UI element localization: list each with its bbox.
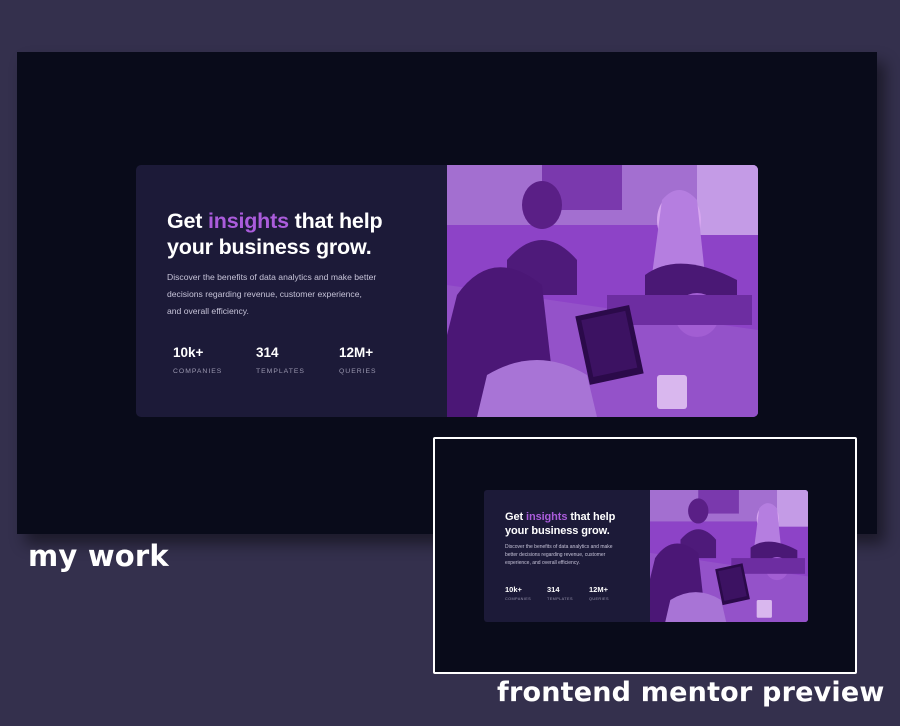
stat-value: 12M+ bbox=[339, 345, 374, 360]
stat-queries: 12M+ QUERIES bbox=[339, 345, 422, 376]
stat-companies: 10k+ COMPANIES bbox=[505, 585, 547, 602]
stat-templates: 314 TEMPLATES bbox=[256, 345, 339, 376]
office-photo bbox=[447, 165, 758, 417]
card-title: Get insights that help your business gro… bbox=[167, 208, 427, 260]
stat-companies: 10k+ COMPANIES bbox=[173, 345, 256, 376]
stat-value: 10k+ bbox=[505, 585, 522, 594]
title-prefix: Get bbox=[167, 209, 209, 233]
preview-screenshot: Get insights that help your business gro… bbox=[433, 437, 857, 674]
stat-value: 314 bbox=[547, 585, 560, 594]
stat-label: TEMPLATES bbox=[256, 368, 305, 375]
stat-label: COMPANIES bbox=[505, 597, 532, 601]
title-accent: insights bbox=[526, 511, 568, 523]
office-photo bbox=[650, 490, 808, 622]
stat-value: 314 bbox=[256, 345, 279, 360]
title-accent: insights bbox=[208, 209, 289, 233]
stats-preview-card: Get insights that help your business gro… bbox=[136, 165, 758, 417]
caption-my-work: my work bbox=[28, 539, 169, 573]
stat-templates: 314 TEMPLATES bbox=[547, 585, 589, 602]
title-prefix: Get bbox=[505, 511, 526, 523]
stat-label: QUERIES bbox=[339, 368, 377, 375]
card-text-panel: Get insights that help your business gro… bbox=[484, 490, 650, 622]
caption-preview: frontend mentor preview bbox=[497, 677, 885, 708]
stat-queries: 12M+ QUERIES bbox=[589, 585, 631, 602]
stat-value: 12M+ bbox=[589, 585, 608, 594]
stat-label: QUERIES bbox=[589, 597, 609, 601]
stat-value: 10k+ bbox=[173, 345, 204, 360]
card-description: Discover the benefits of data analytics … bbox=[505, 544, 613, 566]
card-title: Get insights that help your business gro… bbox=[505, 511, 635, 538]
stats-row: 10k+ COMPANIES 314 TEMPLATES 12M+ QUERIE… bbox=[173, 345, 422, 376]
card-description: Discover the benefits of data analytics … bbox=[167, 272, 377, 317]
stat-label: COMPANIES bbox=[173, 368, 223, 375]
stats-preview-card-small: Get insights that help your business gro… bbox=[484, 490, 808, 622]
stats-row: 10k+ COMPANIES 314 TEMPLATES 12M+ QUERIE… bbox=[505, 585, 631, 602]
stat-label: TEMPLATES bbox=[547, 597, 573, 601]
card-text-panel: Get insights that help your business gro… bbox=[136, 165, 447, 417]
